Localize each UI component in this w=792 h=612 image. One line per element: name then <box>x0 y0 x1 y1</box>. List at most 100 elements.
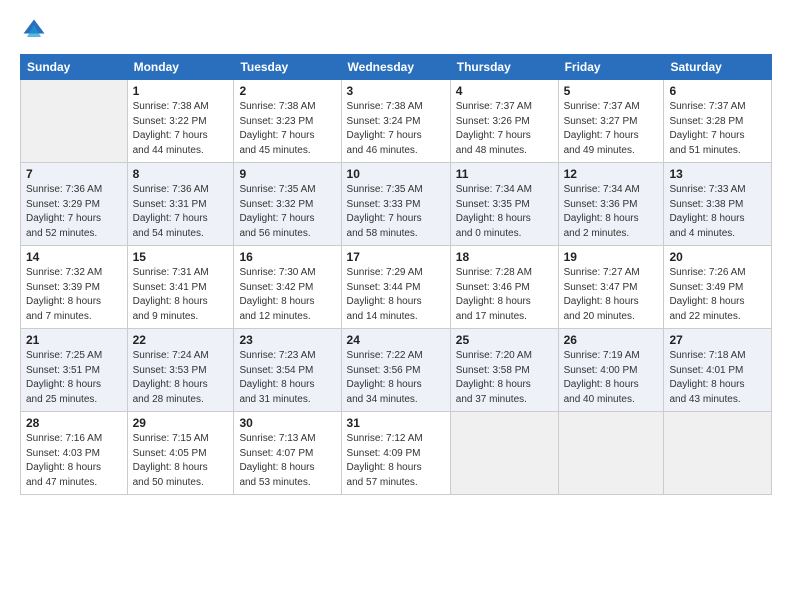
calendar-cell: 13Sunrise: 7:33 AM Sunset: 3:38 PM Dayli… <box>664 163 772 246</box>
day-number: 29 <box>133 416 229 430</box>
day-number: 30 <box>239 416 335 430</box>
calendar-cell: 5 Sunrise: 7:37 AM Sunset: 3:27 PM Daylig… <box>558 80 664 163</box>
day-info: Sunrise: 7:38 AM Sunset: 3:22 PM Dayligh… <box>133 100 229 158</box>
calendar-cell: 28 Sunrise: 7:16 AM Sunset: 4:03 PM Dayli… <box>21 412 128 495</box>
calendar-cell: 20 Sunrise: 7:26 AM Sunset: 3:49 PM Dayli… <box>664 246 772 329</box>
day-number: 13 <box>669 167 766 181</box>
day-number: 18 <box>456 250 553 264</box>
week-row-2: 7 Sunrise: 7:36 AM Sunset: 3:29 PM Daylig… <box>21 163 772 246</box>
calendar-cell: 23Sunrise: 7:23 AM Sunset: 3:54 PM Dayli… <box>234 329 341 412</box>
day-info: Sunrise: 7:30 AM Sunset: 3:42 PM Dayligh… <box>239 266 335 324</box>
calendar-cell: 27 Sunrise: 7:18 AM Sunset: 4:01 PM Dayli… <box>664 329 772 412</box>
day-info: Sunrise: 7:18 AM Sunset: 4:01 PM Dayligh… <box>669 349 766 407</box>
day-number: 19 <box>564 250 659 264</box>
calendar-cell: 26Sunrise: 7:19 AM Sunset: 4:00 PM Dayli… <box>558 329 664 412</box>
calendar-cell: 6 Sunrise: 7:37 AM Sunset: 3:28 PM Daylig… <box>664 80 772 163</box>
day-info: Sunrise: 7:35 AM Sunset: 3:33 PM Dayligh… <box>347 183 445 241</box>
day-number: 1 <box>133 84 229 98</box>
weekday-header-wednesday: Wednesday <box>341 55 450 80</box>
calendar-cell: 2 Sunrise: 7:38 AM Sunset: 3:23 PM Daylig… <box>234 80 341 163</box>
day-number: 25 <box>456 333 553 347</box>
calendar-cell: 9 Sunrise: 7:35 AM Sunset: 3:32 PM Daylig… <box>234 163 341 246</box>
calendar-cell: 24 Sunrise: 7:22 AM Sunset: 3:56 PM Dayli… <box>341 329 450 412</box>
logo <box>20 16 52 44</box>
calendar-cell: 29Sunrise: 7:15 AM Sunset: 4:05 PM Dayli… <box>127 412 234 495</box>
day-number: 20 <box>669 250 766 264</box>
week-row-5: 28 Sunrise: 7:16 AM Sunset: 4:03 PM Dayli… <box>21 412 772 495</box>
day-number: 27 <box>669 333 766 347</box>
day-info: Sunrise: 7:37 AM Sunset: 3:28 PM Dayligh… <box>669 100 766 158</box>
day-info: Sunrise: 7:36 AM Sunset: 3:29 PM Dayligh… <box>26 183 122 241</box>
day-number: 24 <box>347 333 445 347</box>
day-number: 11 <box>456 167 553 181</box>
page: SundayMondayTuesdayWednesdayThursdayFrid… <box>0 0 792 612</box>
logo-icon <box>20 16 48 44</box>
day-number: 6 <box>669 84 766 98</box>
calendar: SundayMondayTuesdayWednesdayThursdayFrid… <box>20 54 772 495</box>
day-number: 14 <box>26 250 122 264</box>
day-info: Sunrise: 7:34 AM Sunset: 3:35 PM Dayligh… <box>456 183 553 241</box>
calendar-cell: 21Sunrise: 7:25 AM Sunset: 3:51 PM Dayli… <box>21 329 128 412</box>
day-info: Sunrise: 7:12 AM Sunset: 4:09 PM Dayligh… <box>347 432 445 490</box>
calendar-cell: 19 Sunrise: 7:27 AM Sunset: 3:47 PM Dayli… <box>558 246 664 329</box>
day-info: Sunrise: 7:37 AM Sunset: 3:26 PM Dayligh… <box>456 100 553 158</box>
day-info: Sunrise: 7:27 AM Sunset: 3:47 PM Dayligh… <box>564 266 659 324</box>
day-number: 22 <box>133 333 229 347</box>
day-info: Sunrise: 7:22 AM Sunset: 3:56 PM Dayligh… <box>347 349 445 407</box>
week-row-3: 14 Sunrise: 7:32 AM Sunset: 3:39 PM Dayli… <box>21 246 772 329</box>
day-number: 4 <box>456 84 553 98</box>
weekday-header-tuesday: Tuesday <box>234 55 341 80</box>
day-info: Sunrise: 7:35 AM Sunset: 3:32 PM Dayligh… <box>239 183 335 241</box>
day-info: Sunrise: 7:26 AM Sunset: 3:49 PM Dayligh… <box>669 266 766 324</box>
day-number: 15 <box>133 250 229 264</box>
week-row-1: 1 Sunrise: 7:38 AM Sunset: 3:22 PM Daylig… <box>21 80 772 163</box>
day-info: Sunrise: 7:24 AM Sunset: 3:53 PM Dayligh… <box>133 349 229 407</box>
calendar-cell: 22 Sunrise: 7:24 AM Sunset: 3:53 PM Dayli… <box>127 329 234 412</box>
calendar-cell: 30 Sunrise: 7:13 AM Sunset: 4:07 PM Dayli… <box>234 412 341 495</box>
calendar-cell: 10 Sunrise: 7:35 AM Sunset: 3:33 PM Dayli… <box>341 163 450 246</box>
calendar-cell <box>21 80 128 163</box>
day-info: Sunrise: 7:31 AM Sunset: 3:41 PM Dayligh… <box>133 266 229 324</box>
day-number: 23 <box>239 333 335 347</box>
calendar-cell <box>664 412 772 495</box>
calendar-cell: 8Sunrise: 7:36 AM Sunset: 3:31 PM Daylig… <box>127 163 234 246</box>
calendar-cell: 18Sunrise: 7:28 AM Sunset: 3:46 PM Dayli… <box>450 246 558 329</box>
day-info: Sunrise: 7:13 AM Sunset: 4:07 PM Dayligh… <box>239 432 335 490</box>
day-number: 5 <box>564 84 659 98</box>
day-number: 7 <box>26 167 122 181</box>
calendar-cell: 4 Sunrise: 7:37 AM Sunset: 3:26 PM Daylig… <box>450 80 558 163</box>
day-info: Sunrise: 7:37 AM Sunset: 3:27 PM Dayligh… <box>564 100 659 158</box>
calendar-cell <box>558 412 664 495</box>
day-info: Sunrise: 7:29 AM Sunset: 3:44 PM Dayligh… <box>347 266 445 324</box>
day-number: 9 <box>239 167 335 181</box>
weekday-header-row: SundayMondayTuesdayWednesdayThursdayFrid… <box>21 55 772 80</box>
day-number: 31 <box>347 416 445 430</box>
weekday-header-friday: Friday <box>558 55 664 80</box>
day-number: 17 <box>347 250 445 264</box>
day-info: Sunrise: 7:34 AM Sunset: 3:36 PM Dayligh… <box>564 183 659 241</box>
calendar-cell: 12 Sunrise: 7:34 AM Sunset: 3:36 PM Dayli… <box>558 163 664 246</box>
day-number: 28 <box>26 416 122 430</box>
calendar-cell: 3Sunrise: 7:38 AM Sunset: 3:24 PM Daylig… <box>341 80 450 163</box>
header <box>20 16 772 44</box>
weekday-header-sunday: Sunday <box>21 55 128 80</box>
weekday-header-thursday: Thursday <box>450 55 558 80</box>
day-number: 8 <box>133 167 229 181</box>
calendar-cell: 31 Sunrise: 7:12 AM Sunset: 4:09 PM Dayli… <box>341 412 450 495</box>
calendar-cell: 17 Sunrise: 7:29 AM Sunset: 3:44 PM Dayli… <box>341 246 450 329</box>
calendar-cell: 15 Sunrise: 7:31 AM Sunset: 3:41 PM Dayli… <box>127 246 234 329</box>
calendar-cell: 16Sunrise: 7:30 AM Sunset: 3:42 PM Dayli… <box>234 246 341 329</box>
calendar-cell: 1 Sunrise: 7:38 AM Sunset: 3:22 PM Daylig… <box>127 80 234 163</box>
day-number: 10 <box>347 167 445 181</box>
calendar-cell: 7 Sunrise: 7:36 AM Sunset: 3:29 PM Daylig… <box>21 163 128 246</box>
day-info: Sunrise: 7:16 AM Sunset: 4:03 PM Dayligh… <box>26 432 122 490</box>
day-info: Sunrise: 7:32 AM Sunset: 3:39 PM Dayligh… <box>26 266 122 324</box>
day-number: 12 <box>564 167 659 181</box>
day-info: Sunrise: 7:19 AM Sunset: 4:00 PM Dayligh… <box>564 349 659 407</box>
day-number: 2 <box>239 84 335 98</box>
calendar-cell: 25Sunrise: 7:20 AM Sunset: 3:58 PM Dayli… <box>450 329 558 412</box>
day-info: Sunrise: 7:38 AM Sunset: 3:24 PM Dayligh… <box>347 100 445 158</box>
weekday-header-saturday: Saturday <box>664 55 772 80</box>
day-info: Sunrise: 7:38 AM Sunset: 3:23 PM Dayligh… <box>239 100 335 158</box>
calendar-cell: 11 Sunrise: 7:34 AM Sunset: 3:35 PM Dayli… <box>450 163 558 246</box>
